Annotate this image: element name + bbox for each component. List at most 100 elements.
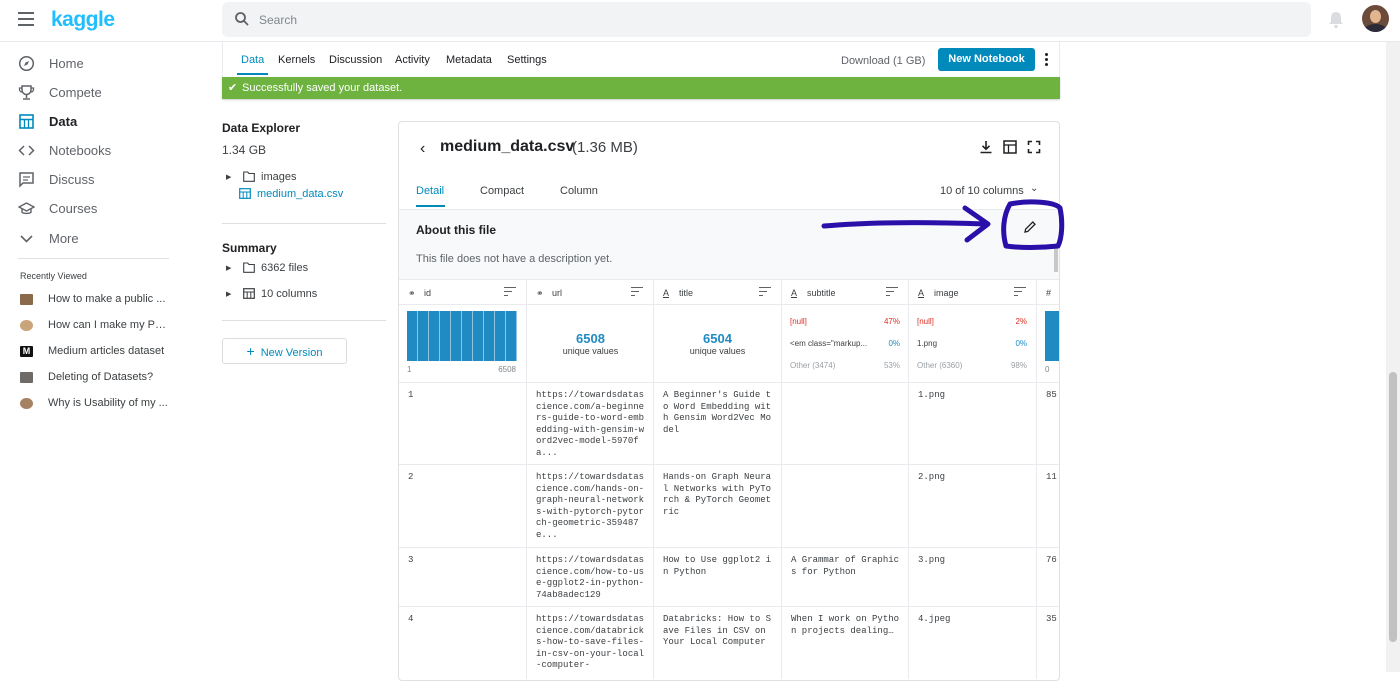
search-input[interactable] xyxy=(222,2,1311,37)
recent-item[interactable]: M Medium articles dataset xyxy=(20,344,164,358)
column-header[interactable]: ⚭ url xyxy=(527,279,653,305)
graduation-cap-icon xyxy=(18,201,35,214)
sidebar-item-discuss[interactable]: Discuss xyxy=(18,168,95,190)
folder-icon xyxy=(243,171,255,182)
expand-arrow-icon[interactable]: ▶ xyxy=(226,264,231,272)
column-url: ⚭ url 6508 unique values https://towardsd… xyxy=(527,279,654,679)
tab-metadata[interactable]: Metadata xyxy=(446,54,492,66)
column-header-label: url xyxy=(552,288,563,298)
sort-icon[interactable] xyxy=(504,287,516,297)
table-icon xyxy=(243,288,255,299)
about-title: About this file xyxy=(416,223,496,237)
column-header[interactable]: Asubtitle xyxy=(782,279,908,305)
tab-data[interactable]: Data xyxy=(241,54,264,66)
column-header[interactable]: ⚭ id xyxy=(399,279,526,305)
pencil-edit-icon[interactable] xyxy=(1023,220,1037,234)
dataset-size: 1.34 GB xyxy=(222,143,267,157)
recent-item[interactable]: Deleting of Datasets? xyxy=(20,370,153,384)
column-header-label: title xyxy=(679,288,694,298)
new-notebook-button[interactable]: New Notebook xyxy=(938,48,1035,71)
sidebar-item-courses[interactable]: Courses xyxy=(18,197,97,219)
download-link[interactable]: Download (1 GB) xyxy=(841,55,925,67)
sort-icon[interactable] xyxy=(631,287,643,297)
recent-item-label: How to make a public ... xyxy=(48,293,166,305)
folder-icon xyxy=(243,262,255,273)
recent-thumbnail xyxy=(20,293,33,305)
panel-scrollbar[interactable] xyxy=(1054,248,1058,272)
new-version-button[interactable]: + New Version xyxy=(222,338,347,364)
recent-item[interactable]: Why is Usability of my ... xyxy=(20,396,168,410)
success-banner: ✔ Successfully saved your dataset. xyxy=(222,77,1060,99)
text-type-icon: A xyxy=(663,288,670,298)
row-divider xyxy=(399,606,1059,607)
cell: A Beginner's Guide to Word Embedding wit… xyxy=(663,390,772,435)
page-scrollbar[interactable] xyxy=(1386,42,1400,672)
chevron-down-icon xyxy=(20,234,33,243)
category-stat-null: [null] 2% xyxy=(917,317,1027,326)
column-image: Aimage [null] 2% 1.png 0% Other (6360) 98% … xyxy=(909,279,1037,679)
sidebar-item-home[interactable]: Home xyxy=(18,52,84,74)
sort-icon[interactable] xyxy=(1014,287,1026,297)
notification-bell-icon[interactable] xyxy=(1328,11,1344,29)
download-icon[interactable] xyxy=(979,140,993,154)
sort-icon[interactable] xyxy=(759,287,771,297)
table-icon xyxy=(239,188,251,199)
unique-label: unique values xyxy=(689,346,746,356)
file-size: (1.36 MB) xyxy=(572,139,638,156)
summary-files-label: 6362 files xyxy=(261,262,309,274)
cell: 1 xyxy=(408,390,414,400)
unique-count: 6504 xyxy=(703,331,732,346)
sidebar-item-notebooks[interactable]: Notebooks xyxy=(18,139,111,161)
histogram-min: 1 xyxy=(407,365,412,374)
tab-settings[interactable]: Settings xyxy=(507,54,547,66)
column-header[interactable]: Aimage xyxy=(909,279,1036,305)
tab-column[interactable]: Column xyxy=(560,185,598,197)
active-tab-indicator xyxy=(416,205,445,207)
row-divider xyxy=(399,382,1059,383)
tab-activity[interactable]: Activity xyxy=(395,54,430,66)
tree-item-label: images xyxy=(261,171,297,183)
more-options-icon[interactable] xyxy=(1043,53,1049,67)
checkmark-icon: ✔ xyxy=(228,82,238,94)
expand-arrow-icon[interactable]: ▶ xyxy=(226,290,231,298)
sidebar-item-more[interactable]: More xyxy=(18,227,79,249)
recent-item-label: Why is Usability of my ... xyxy=(48,397,168,409)
column-header[interactable]: # xyxy=(1037,279,1059,305)
sidebar-item-compete[interactable]: Compete xyxy=(18,81,102,103)
recent-item[interactable]: How can I make my Pu... xyxy=(20,318,168,332)
table-view-icon[interactable] xyxy=(1003,140,1017,154)
search-placeholder: Search xyxy=(259,13,298,27)
chat-icon xyxy=(19,171,34,188)
chevron-down-icon[interactable]: ⌄ xyxy=(1030,183,1038,194)
id-histogram xyxy=(407,311,517,361)
sidebar-item-data[interactable]: Data xyxy=(18,110,77,132)
column-count-dropdown[interactable]: 10 of 10 columns xyxy=(940,185,1024,197)
tab-kernels[interactable]: Kernels xyxy=(278,54,315,66)
column-header-label: subtitle xyxy=(807,288,836,298)
scrollbar-thumb[interactable] xyxy=(1389,372,1397,642)
row-divider xyxy=(399,547,1059,548)
tab-compact[interactable]: Compact xyxy=(480,185,524,197)
cell: https://towardsdatascience.com/how-to-us… xyxy=(536,555,645,600)
table-icon xyxy=(19,113,34,129)
column-title: Atitle 6504 unique values A Beginner's G… xyxy=(654,279,782,679)
hamburger-menu-icon[interactable] xyxy=(18,12,34,26)
cell: 1.png xyxy=(918,390,946,400)
column-header[interactable]: Atitle xyxy=(654,279,781,305)
expand-arrow-icon[interactable]: ▶ xyxy=(226,173,231,181)
fullscreen-icon[interactable] xyxy=(1027,140,1041,154)
search-icon xyxy=(235,12,249,26)
back-arrow-icon[interactable]: ‹ xyxy=(420,140,425,158)
kaggle-logo[interactable]: kaggle xyxy=(51,8,115,32)
recent-item[interactable]: How to make a public ... xyxy=(20,292,165,306)
sort-icon[interactable] xyxy=(886,287,898,297)
sidebar-item-label: Discuss xyxy=(49,171,95,187)
about-description: This file does not have a description ye… xyxy=(416,253,613,265)
data-explorer-title: Data Explorer xyxy=(222,121,301,135)
plus-icon: + xyxy=(246,343,255,359)
tab-detail[interactable]: Detail xyxy=(416,185,444,197)
data-table: ⚭ id 1 6508 1 2 3 4 ⚭ url 6508 unique valu… xyxy=(399,279,1059,679)
user-avatar[interactable] xyxy=(1362,5,1389,32)
column-id: ⚭ id 1 6508 1 2 3 4 xyxy=(399,279,527,679)
tab-discussion[interactable]: Discussion xyxy=(329,54,382,66)
